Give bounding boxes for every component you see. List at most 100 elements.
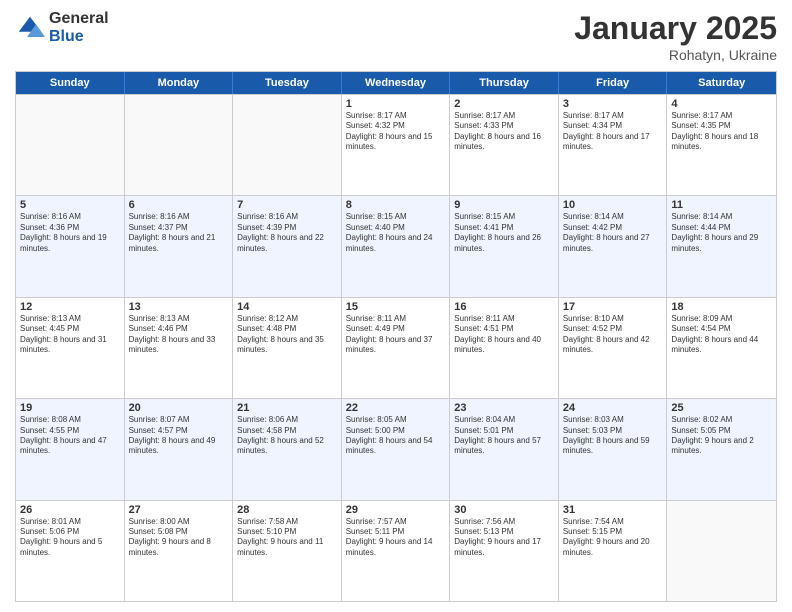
day-cell-11: 11Sunrise: 8:14 AM Sunset: 4:44 PM Dayli…	[667, 196, 776, 296]
header-cell-thursday: Thursday	[450, 72, 559, 94]
day-cell-26: 26Sunrise: 8:01 AM Sunset: 5:06 PM Dayli…	[16, 501, 125, 601]
day-number: 21	[237, 402, 337, 414]
cell-info: Sunrise: 8:17 AM Sunset: 4:34 PM Dayligh…	[563, 111, 663, 153]
header: General Blue January 2025 Rohatyn, Ukrai…	[15, 10, 777, 63]
day-number: 26	[20, 504, 120, 516]
cell-info: Sunrise: 8:10 AM Sunset: 4:52 PM Dayligh…	[563, 314, 663, 356]
calendar-row-5: 26Sunrise: 8:01 AM Sunset: 5:06 PM Dayli…	[16, 500, 776, 601]
header-cell-sunday: Sunday	[16, 72, 125, 94]
calendar-header-row: SundayMondayTuesdayWednesdayThursdayFrid…	[16, 72, 776, 94]
day-number: 10	[563, 199, 663, 211]
empty-cell-4-6	[667, 501, 776, 601]
day-cell-2: 2Sunrise: 8:17 AM Sunset: 4:33 PM Daylig…	[450, 95, 559, 195]
day-cell-27: 27Sunrise: 8:00 AM Sunset: 5:08 PM Dayli…	[125, 501, 234, 601]
day-cell-30: 30Sunrise: 7:56 AM Sunset: 5:13 PM Dayli…	[450, 501, 559, 601]
day-number: 31	[563, 504, 663, 516]
day-number: 16	[454, 301, 554, 313]
cell-info: Sunrise: 8:13 AM Sunset: 4:46 PM Dayligh…	[129, 314, 229, 356]
day-cell-14: 14Sunrise: 8:12 AM Sunset: 4:48 PM Dayli…	[233, 298, 342, 398]
cell-info: Sunrise: 8:04 AM Sunset: 5:01 PM Dayligh…	[454, 415, 554, 457]
cell-info: Sunrise: 8:07 AM Sunset: 4:57 PM Dayligh…	[129, 415, 229, 457]
day-cell-5: 5Sunrise: 8:16 AM Sunset: 4:36 PM Daylig…	[16, 196, 125, 296]
cell-info: Sunrise: 8:08 AM Sunset: 4:55 PM Dayligh…	[20, 415, 120, 457]
cell-info: Sunrise: 8:16 AM Sunset: 4:36 PM Dayligh…	[20, 212, 120, 254]
day-cell-28: 28Sunrise: 7:58 AM Sunset: 5:10 PM Dayli…	[233, 501, 342, 601]
day-cell-19: 19Sunrise: 8:08 AM Sunset: 4:55 PM Dayli…	[16, 399, 125, 499]
day-cell-1: 1Sunrise: 8:17 AM Sunset: 4:32 PM Daylig…	[342, 95, 451, 195]
day-cell-16: 16Sunrise: 8:11 AM Sunset: 4:51 PM Dayli…	[450, 298, 559, 398]
cell-info: Sunrise: 8:05 AM Sunset: 5:00 PM Dayligh…	[346, 415, 446, 457]
calendar-subtitle: Rohatyn, Ukraine	[574, 47, 777, 63]
cell-info: Sunrise: 8:06 AM Sunset: 4:58 PM Dayligh…	[237, 415, 337, 457]
calendar-row-4: 19Sunrise: 8:08 AM Sunset: 4:55 PM Dayli…	[16, 398, 776, 499]
logo-blue-text: Blue	[49, 28, 109, 46]
cell-info: Sunrise: 8:17 AM Sunset: 4:32 PM Dayligh…	[346, 111, 446, 153]
cell-info: Sunrise: 8:17 AM Sunset: 4:33 PM Dayligh…	[454, 111, 554, 153]
calendar-title: January 2025	[574, 10, 777, 47]
day-number: 9	[454, 199, 554, 211]
day-number: 30	[454, 504, 554, 516]
day-number: 27	[129, 504, 229, 516]
cell-info: Sunrise: 8:16 AM Sunset: 4:37 PM Dayligh…	[129, 212, 229, 254]
calendar-body: 1Sunrise: 8:17 AM Sunset: 4:32 PM Daylig…	[16, 94, 776, 601]
header-cell-friday: Friday	[559, 72, 668, 94]
day-cell-12: 12Sunrise: 8:13 AM Sunset: 4:45 PM Dayli…	[16, 298, 125, 398]
day-number: 11	[671, 199, 772, 211]
cell-info: Sunrise: 8:16 AM Sunset: 4:39 PM Dayligh…	[237, 212, 337, 254]
cell-info: Sunrise: 8:15 AM Sunset: 4:40 PM Dayligh…	[346, 212, 446, 254]
cell-info: Sunrise: 8:03 AM Sunset: 5:03 PM Dayligh…	[563, 415, 663, 457]
empty-cell-0-2	[233, 95, 342, 195]
day-number: 23	[454, 402, 554, 414]
page: General Blue January 2025 Rohatyn, Ukrai…	[0, 0, 792, 612]
cell-info: Sunrise: 8:12 AM Sunset: 4:48 PM Dayligh…	[237, 314, 337, 356]
day-number: 17	[563, 301, 663, 313]
cell-info: Sunrise: 7:57 AM Sunset: 5:11 PM Dayligh…	[346, 517, 446, 559]
day-number: 20	[129, 402, 229, 414]
day-cell-8: 8Sunrise: 8:15 AM Sunset: 4:40 PM Daylig…	[342, 196, 451, 296]
cell-info: Sunrise: 8:14 AM Sunset: 4:44 PM Dayligh…	[671, 212, 772, 254]
empty-cell-0-0	[16, 95, 125, 195]
cell-info: Sunrise: 8:11 AM Sunset: 4:49 PM Dayligh…	[346, 314, 446, 356]
day-number: 7	[237, 199, 337, 211]
day-number: 15	[346, 301, 446, 313]
day-cell-7: 7Sunrise: 8:16 AM Sunset: 4:39 PM Daylig…	[233, 196, 342, 296]
day-cell-10: 10Sunrise: 8:14 AM Sunset: 4:42 PM Dayli…	[559, 196, 668, 296]
day-cell-6: 6Sunrise: 8:16 AM Sunset: 4:37 PM Daylig…	[125, 196, 234, 296]
day-cell-9: 9Sunrise: 8:15 AM Sunset: 4:41 PM Daylig…	[450, 196, 559, 296]
day-cell-13: 13Sunrise: 8:13 AM Sunset: 4:46 PM Dayli…	[125, 298, 234, 398]
day-number: 12	[20, 301, 120, 313]
calendar-row-1: 1Sunrise: 8:17 AM Sunset: 4:32 PM Daylig…	[16, 94, 776, 195]
header-cell-tuesday: Tuesday	[233, 72, 342, 94]
day-number: 24	[563, 402, 663, 414]
logo-general-text: General	[49, 10, 109, 28]
empty-cell-0-1	[125, 95, 234, 195]
cell-info: Sunrise: 8:15 AM Sunset: 4:41 PM Dayligh…	[454, 212, 554, 254]
logo-text: General Blue	[49, 10, 109, 45]
cell-info: Sunrise: 8:00 AM Sunset: 5:08 PM Dayligh…	[129, 517, 229, 559]
cell-info: Sunrise: 8:17 AM Sunset: 4:35 PM Dayligh…	[671, 111, 772, 153]
day-number: 22	[346, 402, 446, 414]
day-cell-23: 23Sunrise: 8:04 AM Sunset: 5:01 PM Dayli…	[450, 399, 559, 499]
day-number: 5	[20, 199, 120, 211]
calendar-row-3: 12Sunrise: 8:13 AM Sunset: 4:45 PM Dayli…	[16, 297, 776, 398]
day-number: 4	[671, 98, 772, 110]
cell-info: Sunrise: 8:14 AM Sunset: 4:42 PM Dayligh…	[563, 212, 663, 254]
day-number: 8	[346, 199, 446, 211]
day-cell-31: 31Sunrise: 7:54 AM Sunset: 5:15 PM Dayli…	[559, 501, 668, 601]
day-cell-25: 25Sunrise: 8:02 AM Sunset: 5:05 PM Dayli…	[667, 399, 776, 499]
day-cell-15: 15Sunrise: 8:11 AM Sunset: 4:49 PM Dayli…	[342, 298, 451, 398]
day-number: 19	[20, 402, 120, 414]
day-number: 28	[237, 504, 337, 516]
header-cell-wednesday: Wednesday	[342, 72, 451, 94]
day-cell-4: 4Sunrise: 8:17 AM Sunset: 4:35 PM Daylig…	[667, 95, 776, 195]
day-number: 1	[346, 98, 446, 110]
cell-info: Sunrise: 7:56 AM Sunset: 5:13 PM Dayligh…	[454, 517, 554, 559]
cell-info: Sunrise: 8:13 AM Sunset: 4:45 PM Dayligh…	[20, 314, 120, 356]
day-cell-20: 20Sunrise: 8:07 AM Sunset: 4:57 PM Dayli…	[125, 399, 234, 499]
day-cell-3: 3Sunrise: 8:17 AM Sunset: 4:34 PM Daylig…	[559, 95, 668, 195]
title-block: January 2025 Rohatyn, Ukraine	[574, 10, 777, 63]
cell-info: Sunrise: 8:11 AM Sunset: 4:51 PM Dayligh…	[454, 314, 554, 356]
day-number: 2	[454, 98, 554, 110]
day-number: 13	[129, 301, 229, 313]
day-number: 3	[563, 98, 663, 110]
